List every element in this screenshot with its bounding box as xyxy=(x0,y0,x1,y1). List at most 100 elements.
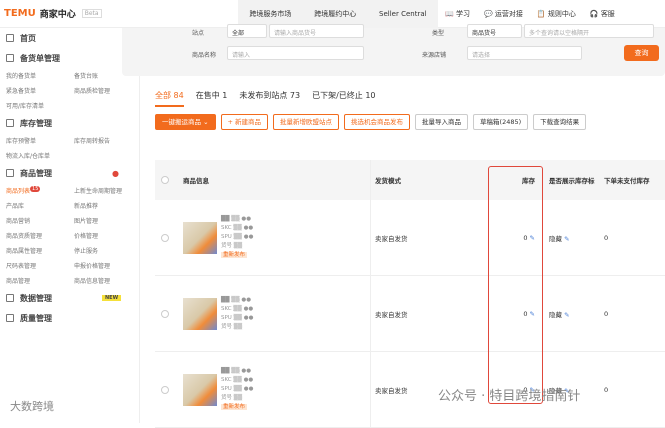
product-table: 商品信息 发货模式 库存 是否展示库存标 下单未支付库存 ██ ▒▒ ●● SKC… xyxy=(155,160,665,428)
shop-select[interactable]: 请选择 xyxy=(467,46,582,60)
learn-label: 学习 xyxy=(455,10,470,18)
temu-logo[interactable]: TEMU xyxy=(4,8,36,19)
table-row: ██ ▒▒ ●● SKC ▒▒ ●● SPU ▒▒ ●● 货号 ▒▒ 卖家自发货 0 … xyxy=(155,276,665,352)
sidebar-home[interactable]: 首页 xyxy=(0,28,139,48)
status-tabs: 全部 84 在售中 1 未发布到站点 73 已下架/已终止 10 xyxy=(155,90,376,107)
type-select[interactable]: 商品货号 xyxy=(467,24,522,38)
col-product-info: 商品信息 xyxy=(183,177,209,185)
type-label: 类型 xyxy=(432,30,445,37)
rules-link[interactable]: 📋 规则中心 xyxy=(537,9,576,19)
section-label: 质量管理 xyxy=(20,313,52,323)
batch-add-eu-button[interactable]: 批量新增欧盟站点 xyxy=(273,114,340,130)
tab-all[interactable]: 全部 84 xyxy=(155,90,184,107)
sidebar-item[interactable]: 我的备货单 xyxy=(6,71,74,80)
sidebar-item[interactable]: 商品资质管理 xyxy=(6,231,74,240)
table-row: ██ ▒▒ ●● SKC ▒▒ ●● SPU ▒▒ ●● 货号 ▒▒ 重新发布 卖家自发… xyxy=(155,352,665,428)
product-details: ██ ▒▒ ●● SKC ▒▒ ●● SPU ▒▒ ●● 货号 ▒▒ 重新发布 xyxy=(221,216,254,258)
row-checkbox[interactable] xyxy=(161,385,169,394)
tab-unpublished[interactable]: 未发布到站点 73 xyxy=(239,90,300,107)
new-product-button[interactable]: + 新建商品 xyxy=(220,114,269,130)
red-dot-icon: ● xyxy=(112,168,119,178)
button-label: 一键搬运商品 xyxy=(162,118,201,126)
edit-icon[interactable]: ✎ xyxy=(564,311,569,319)
type-search-input[interactable]: 多个查询请以空格隔开 xyxy=(524,24,654,38)
download-results-button[interactable]: 下载查询结果 xyxy=(533,114,587,130)
sidebar-item[interactable]: 新品推荐 xyxy=(74,201,142,210)
site-select[interactable]: 全部 xyxy=(227,24,267,38)
edit-icon[interactable]: ✎ xyxy=(564,235,569,243)
col-show-stock: 是否展示库存标 xyxy=(549,177,595,185)
shipping-mode: 卖家自发货 xyxy=(375,386,408,395)
support-link[interactable]: 🎧 客服 xyxy=(590,9,615,19)
product-thumbnail[interactable] xyxy=(183,221,217,254)
sidebar-section-products[interactable]: 商品管理 ● xyxy=(0,163,139,183)
new-badge: NEW xyxy=(102,295,122,301)
home-label: 首页 xyxy=(20,33,36,43)
tab-on-sale[interactable]: 在售中 1 xyxy=(196,90,228,107)
main-content: 站点 全部 请输入商品货号 类型 商品货号 多个查询请以空格隔开 商品名称 请输… xyxy=(122,24,665,428)
sidebar-item[interactable]: 可用/库存清单 xyxy=(6,101,74,110)
col-shipping-mode: 发货模式 xyxy=(370,160,455,200)
ops-label: 运营对接 xyxy=(494,10,523,18)
status-tag[interactable]: 重新发布 xyxy=(221,404,248,410)
select-all-checkbox[interactable] xyxy=(161,176,169,184)
batch-import-button[interactable]: 批量导入商品 xyxy=(415,114,469,130)
status-tag[interactable]: 重新发布 xyxy=(221,252,248,258)
nav-fulfillment[interactable]: 跨境履约中心 xyxy=(314,9,356,19)
section-label: 库存管理 xyxy=(20,118,52,128)
sidebar-item[interactable]: 库存周转报告 xyxy=(74,136,142,145)
sidebar-item[interactable]: 图片管理 xyxy=(74,216,142,225)
sidebar-item[interactable]: 商品信息管理 xyxy=(74,276,142,285)
sidebar-item[interactable]: 商品管理 xyxy=(6,276,74,285)
shipping-mode: 卖家自发货 xyxy=(375,234,408,243)
watermark: 公众号 · 特目跨境指南针 xyxy=(438,389,581,404)
name-label: 商品名称 xyxy=(192,52,217,59)
action-toolbar: 一键搬运商品 ⌄ + 新建商品 批量新增欧盟站点 挑选机会商品发布 批量导入商品… xyxy=(155,114,587,130)
sidebar-item-product-list[interactable]: 商品列表 15 xyxy=(6,186,74,195)
sidebar-item[interactable]: 商品营销 xyxy=(6,216,74,225)
chart-icon xyxy=(6,294,14,302)
sidebar-item[interactable]: 商品质检管理 xyxy=(74,86,142,95)
query-button[interactable]: 查询 xyxy=(624,45,659,61)
unpaid-stock-value: 0 xyxy=(604,385,609,394)
nav-service-market[interactable]: 跨境服务市场 xyxy=(249,9,291,19)
sidebar-item[interactable]: 库存预警单 xyxy=(6,136,74,145)
shop-label: 来源店铺 xyxy=(422,52,447,59)
sidebar-item[interactable]: 申报价格管理 xyxy=(74,261,142,270)
section-label: 商品管理 xyxy=(20,168,52,178)
sidebar-section-quality[interactable]: 质量管理 xyxy=(0,308,139,328)
sidebar-item[interactable]: 价格管理 xyxy=(74,231,142,240)
product-thumbnail[interactable] xyxy=(183,373,217,406)
rules-label: 规则中心 xyxy=(547,10,576,18)
sidebar-item[interactable]: 紧急备货单 xyxy=(6,86,74,95)
item-label: 商品列表 xyxy=(6,188,31,195)
nav-seller-central[interactable]: Seller Central xyxy=(379,10,427,18)
sidebar-section-inventory[interactable]: 库存管理 xyxy=(0,113,139,133)
shipping-mode: 卖家自发货 xyxy=(375,310,408,319)
unpaid-stock-value: 0 xyxy=(604,309,609,318)
learn-link[interactable]: 📖 学习 xyxy=(445,9,470,19)
home-icon xyxy=(6,34,14,42)
section-label: 数据管理 xyxy=(20,293,52,303)
sidebar-section-stock-orders[interactable]: 备货单管理 xyxy=(0,48,139,68)
section-label: 备货单管理 xyxy=(20,53,60,63)
sidebar-item[interactable]: 产品库 xyxy=(6,201,74,210)
sidebar-item[interactable]: 尺码表管理 xyxy=(6,261,74,270)
one-click-move-button[interactable]: 一键搬运商品 ⌄ xyxy=(155,114,216,130)
product-thumbnail[interactable] xyxy=(183,297,217,330)
sidebar-item[interactable]: 商品属性管理 xyxy=(6,246,74,255)
row-checkbox[interactable] xyxy=(161,233,169,242)
sidebar-item[interactable]: 物流入库/仓库单 xyxy=(6,151,74,160)
site-search-input[interactable]: 请输入商品货号 xyxy=(269,24,364,38)
sidebar-item[interactable]: 上新生命周期管理 xyxy=(74,186,142,195)
product-details: ██ ▒▒ ●● SKC ▒▒ ●● SPU ▒▒ ●● 货号 ▒▒ 重新发布 xyxy=(221,368,254,410)
row-checkbox[interactable] xyxy=(161,309,169,318)
sidebar-section-data[interactable]: 数据管理 NEW xyxy=(0,288,139,308)
product-name-input[interactable]: 请输入 xyxy=(227,46,364,60)
ops-link[interactable]: 💬 运营对接 xyxy=(484,9,523,19)
product-icon xyxy=(6,169,14,177)
drafts-button[interactable]: 草稿箱(2485) xyxy=(473,114,529,130)
pick-opportunity-button[interactable]: 挑选机会商品发布 xyxy=(344,114,411,130)
tab-delisted[interactable]: 已下架/已终止 10 xyxy=(312,90,375,107)
sidebar-item[interactable]: 停止服务 xyxy=(74,246,142,255)
